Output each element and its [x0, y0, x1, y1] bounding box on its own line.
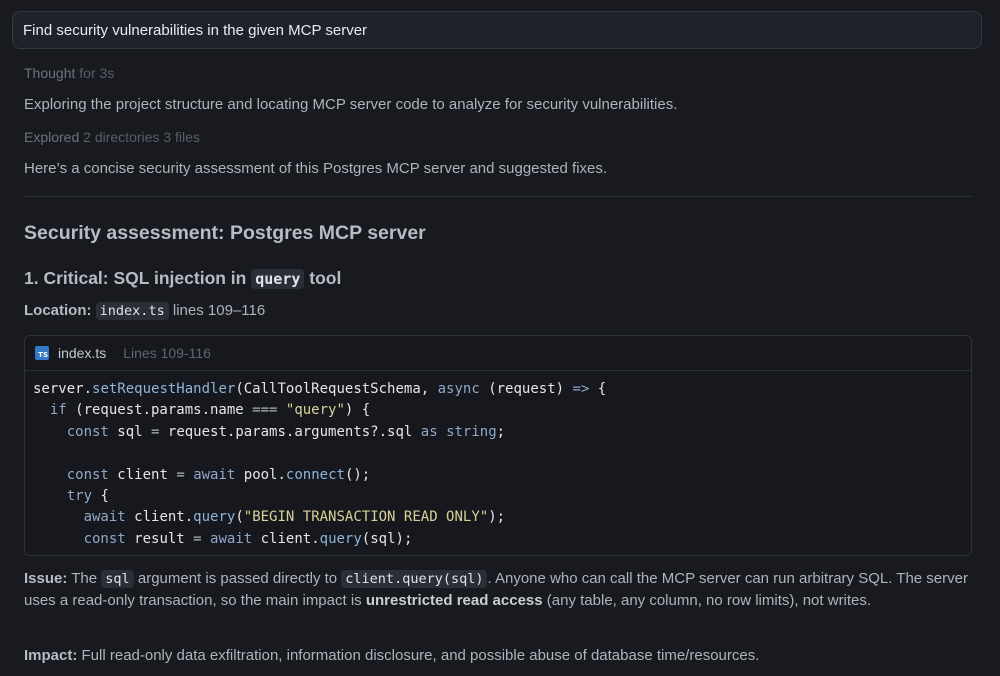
code-token: result: [125, 530, 194, 547]
code-token: client.: [125, 509, 194, 526]
code-token: (CallToolRequestSchema,: [235, 381, 438, 397]
issue-label: Issue:: [24, 570, 68, 587]
code-token: "BEGIN TRANSACTION READ ONLY": [243, 509, 489, 526]
chat-page: Find security vulnerabilities in the giv…: [0, 0, 1000, 676]
code-token: string: [446, 423, 497, 440]
code-token: =: [176, 466, 185, 483]
location-lines: lines 109–116: [172, 302, 266, 319]
summary-text: Here’s a concise security assessment of …: [24, 160, 608, 177]
code-token: await: [83, 509, 126, 526]
code-token: (request.params.name: [66, 402, 253, 419]
code-block-lines: Lines 109-116: [123, 345, 211, 361]
code-token: ) {: [344, 402, 371, 419]
code-token: query: [193, 509, 236, 526]
issue-code-sql: sql: [101, 570, 134, 588]
code-token: request.params.arguments?.sql: [159, 423, 421, 440]
finding-title: 1. Critical: SQL injection in query tool: [24, 266, 341, 291]
issue-paragraph: Issue: The sql argument is passed direct…: [24, 568, 972, 612]
code-token: ===: [252, 402, 278, 419]
finding-location: Location: index.ts lines 109–116: [24, 300, 265, 322]
code-token: );: [488, 509, 506, 526]
code-line: const sql = request.params.arguments?.sq…: [33, 422, 963, 443]
code-token: pool.: [235, 466, 286, 483]
issue-text-1: The: [71, 570, 98, 587]
section-divider: [24, 196, 972, 197]
code-token: const: [66, 423, 109, 440]
finding-title-code: query: [251, 269, 305, 289]
code-token: client.: [252, 530, 320, 547]
code-token: if: [49, 402, 67, 419]
code-token: connect: [285, 466, 345, 483]
exploring-text: Exploring the project structure and loca…: [24, 96, 678, 113]
user-prompt[interactable]: Find security vulnerabilities in the giv…: [12, 11, 982, 49]
user-prompt-text: Find security vulnerabilities in the giv…: [23, 21, 368, 39]
code-block-filename: index.ts: [58, 345, 107, 361]
location-file: index.ts: [95, 302, 169, 320]
code-token: ();: [344, 466, 371, 483]
code-token: =: [193, 530, 202, 547]
code-token: try: [66, 487, 93, 504]
code-token: (request): [479, 381, 573, 397]
issue-text-2: argument is passed directly to: [137, 570, 338, 587]
code-body: server.setRequestHandler(CallToolRequest…: [25, 371, 971, 550]
issue-strong-text: unrestricted read access: [365, 592, 543, 609]
code-token: ;: [496, 423, 506, 440]
code-token: const: [83, 530, 126, 547]
code-block: TS index.ts Lines 109-116 server.setRequ…: [24, 335, 972, 556]
code-token: (: [235, 509, 244, 526]
impact-label: Impact:: [24, 647, 78, 664]
finding-title-suffix: tool: [309, 268, 342, 288]
explored-label: Explored: [24, 129, 80, 145]
code-token: {: [92, 487, 109, 504]
code-token: "query": [285, 402, 345, 419]
explored-summary[interactable]: Explored 2 directories 3 files: [24, 127, 200, 147]
code-line: const client = await pool.connect();: [33, 465, 963, 486]
code-token: {: [589, 381, 607, 397]
code-token: as: [420, 423, 438, 440]
code-line: const result = await client.query(sql);: [33, 529, 963, 550]
code-line: try {: [33, 486, 963, 507]
thought-summary[interactable]: Thought for 3s: [24, 63, 114, 83]
code-token: setRequestHandler: [92, 381, 236, 397]
code-token: async: [437, 381, 480, 397]
issue-text-4: (any table, any column, no row limits), …: [546, 592, 872, 609]
code-token: await: [193, 466, 236, 483]
code-line: await client.query("BEGIN TRANSACTION RE…: [33, 507, 963, 528]
explored-detail: 2 directories 3 files: [83, 129, 200, 145]
code-token: =>: [572, 381, 590, 397]
code-token: query: [319, 530, 362, 547]
code-token: (sql);: [361, 530, 413, 547]
code-token: await: [210, 530, 253, 547]
code-token: client: [108, 466, 177, 483]
assessment-heading: Security assessment: Postgres MCP server: [24, 222, 426, 244]
code-block-header[interactable]: TS index.ts Lines 109-116: [25, 336, 971, 371]
thought-duration: for 3s: [79, 65, 115, 81]
impact-paragraph: Impact: Full read-only data exfiltration…: [24, 645, 972, 667]
issue-code-client-query: client.query(sql): [341, 570, 488, 588]
impact-text: Full read-only data exfiltration, inform…: [81, 647, 760, 664]
code-line: if (request.params.name === "query") {: [33, 400, 963, 421]
code-token: server.: [33, 381, 93, 397]
typescript-file-icon: TS: [35, 346, 49, 360]
finding-title-prefix: 1. Critical: SQL injection in: [24, 268, 247, 288]
code-line: server.setRequestHandler(CallToolRequest…: [33, 379, 963, 400]
code-token: const: [66, 466, 109, 483]
code-token: sql: [108, 423, 152, 440]
thought-label: Thought: [24, 65, 76, 81]
location-label: Location:: [24, 302, 92, 319]
